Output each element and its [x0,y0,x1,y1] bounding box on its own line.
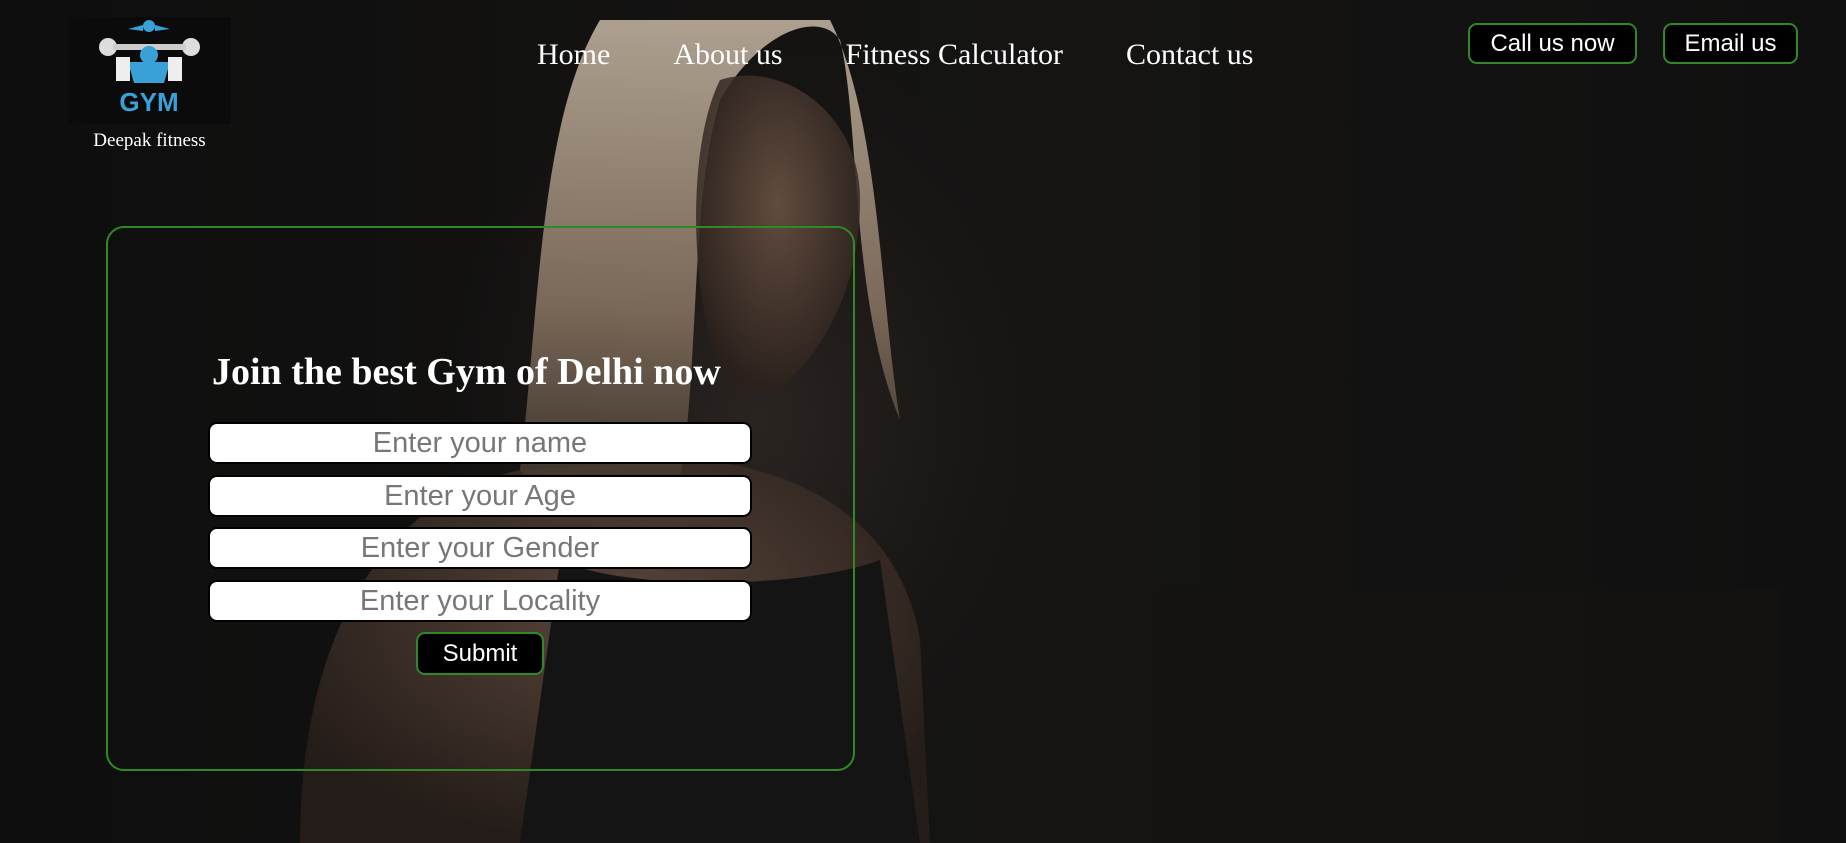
call-us-button[interactable]: Call us now [1468,23,1637,64]
main-nav: Home About us Fitness Calculator Contact… [537,36,1254,74]
email-us-button[interactable]: Email us [1663,23,1798,64]
gender-input[interactable] [208,527,752,569]
locality-input[interactable] [208,580,752,622]
logo-text: GYM [119,87,178,117]
brand-logo[interactable]: GYM [68,17,231,124]
nav-about-us[interactable]: About us [673,36,782,74]
bodybuilder-dumbbell-logo-icon: GYM [68,17,231,124]
age-input[interactable] [208,475,752,517]
nav-home[interactable]: Home [537,36,610,74]
nav-fitness-calculator[interactable]: Fitness Calculator [846,36,1063,74]
brand-name: Deepak fitness [93,130,206,151]
form-title: Join the best Gym of Delhi now [212,351,721,393]
name-input[interactable] [208,422,752,464]
submit-button[interactable]: Submit [416,632,544,675]
nav-contact-us[interactable]: Contact us [1126,36,1254,74]
